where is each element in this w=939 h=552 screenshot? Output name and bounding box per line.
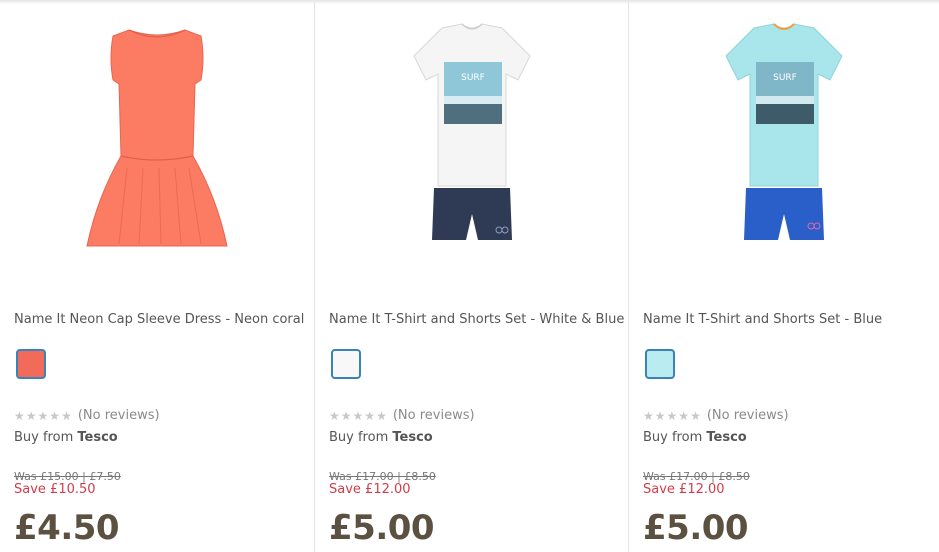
- current-price: £5.00: [643, 508, 749, 548]
- save-amount: Save £10.50: [14, 482, 96, 497]
- reviews-link[interactable]: (No reviews): [78, 408, 160, 423]
- retailer-line: Buy from Tesco: [643, 430, 747, 445]
- star-icon: ★: [329, 408, 340, 423]
- product-title[interactable]: Name It T-Shirt and Shorts Set - White &…: [329, 312, 624, 327]
- retailer-name[interactable]: Tesco: [706, 430, 746, 445]
- star-icon: ★: [643, 408, 654, 423]
- buy-from-label: Buy from: [329, 430, 389, 445]
- star-icon: ★: [340, 408, 352, 423]
- save-amount: Save £12.00: [643, 482, 725, 497]
- dress-icon: [86, 29, 228, 247]
- retailer-name[interactable]: Tesco: [392, 430, 432, 445]
- star-icon: ★: [376, 408, 387, 423]
- save-amount: Save £12.00: [329, 482, 411, 497]
- product-title[interactable]: Name It Neon Cap Sleeve Dress - Neon cor…: [14, 312, 304, 327]
- star-rating: ★ ★ ★ ★ ★: [643, 409, 701, 423]
- star-icon: ★: [61, 408, 72, 423]
- tshirt-shorts-icon: SURF: [725, 23, 843, 240]
- retailer-name[interactable]: Tesco: [77, 430, 117, 445]
- star-icon: ★: [352, 408, 364, 423]
- star-icon: ★: [364, 408, 376, 423]
- product-grid: Name It Neon Cap Sleeve Dress - Neon cor…: [0, 0, 939, 552]
- star-icon: ★: [654, 408, 666, 423]
- color-swatch[interactable]: [645, 349, 675, 379]
- svg-text:SURF: SURF: [773, 73, 797, 83]
- reviews-link[interactable]: (No reviews): [707, 408, 789, 423]
- product-image[interactable]: SURF: [315, 18, 628, 258]
- retailer-line: Buy from Tesco: [14, 430, 118, 445]
- product-title[interactable]: Name It T-Shirt and Shorts Set - Blue: [643, 312, 882, 327]
- star-icon: ★: [14, 408, 25, 423]
- star-icon: ★: [678, 408, 690, 423]
- star-rating: ★ ★ ★ ★ ★: [14, 409, 72, 423]
- rating: ★ ★ ★ ★ ★ (No reviews): [14, 408, 160, 423]
- retailer-line: Buy from Tesco: [329, 430, 433, 445]
- product-image[interactable]: [0, 18, 314, 258]
- current-price: £4.50: [14, 508, 120, 548]
- star-icon: ★: [37, 408, 49, 423]
- current-price: £5.00: [329, 508, 435, 548]
- rating: ★ ★ ★ ★ ★ (No reviews): [643, 408, 789, 423]
- product-card: SURF Name It T-Shirt and Shorts Set - Wh…: [314, 0, 628, 552]
- product-card: Name It Neon Cap Sleeve Dress - Neon cor…: [0, 0, 314, 552]
- star-icon: ★: [666, 408, 678, 423]
- buy-from-label: Buy from: [643, 430, 703, 445]
- star-icon: ★: [25, 408, 37, 423]
- color-swatch[interactable]: [331, 349, 361, 379]
- tshirt-shorts-icon: SURF: [412, 23, 531, 240]
- buy-from-label: Buy from: [14, 430, 74, 445]
- product-image[interactable]: SURF: [629, 18, 939, 258]
- star-icon: ★: [690, 408, 701, 423]
- color-swatch[interactable]: [16, 349, 46, 379]
- product-card: SURF Name It T-Shirt and Shorts Set - Bl…: [628, 0, 939, 552]
- rating: ★ ★ ★ ★ ★ (No reviews): [329, 408, 475, 423]
- svg-text:SURF: SURF: [461, 73, 485, 83]
- reviews-link[interactable]: (No reviews): [393, 408, 475, 423]
- star-rating: ★ ★ ★ ★ ★: [329, 409, 387, 423]
- star-icon: ★: [49, 408, 61, 423]
